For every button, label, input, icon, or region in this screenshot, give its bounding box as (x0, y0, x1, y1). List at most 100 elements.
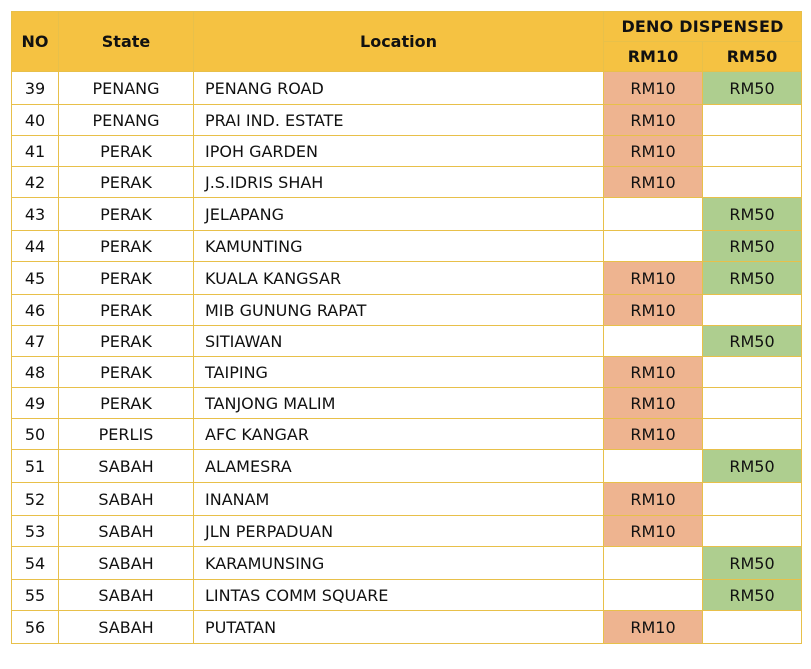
header-no: NO (11, 11, 59, 72)
row-rm10-cell: RM10 (603, 135, 703, 167)
row-state-cell: PERAK (58, 387, 194, 419)
row-location-cell: MIB GUNUNG RAPAT (193, 294, 604, 326)
row-location-cell: KARAMUNSING (193, 546, 604, 580)
header-rm10: RM10 (603, 41, 703, 72)
table-row: 51 SABAH ALAMESRA RM50 (11, 449, 802, 483)
table-row: 55 SABAH LINTAS COMM SQUARE RM50 (11, 579, 802, 611)
row-rm50-cell: RM50 (702, 261, 802, 295)
row-location-cell: PUTATAN (193, 610, 604, 644)
row-rm50-cell (702, 294, 802, 326)
row-no-cell: 44 (11, 230, 59, 262)
row-rm50-cell (702, 418, 802, 450)
table-row: 39 PENANG PENANG ROAD RM10 RM50 (11, 71, 802, 105)
table-row: 45 PERAK KUALA KANGSAR RM10 RM50 (11, 261, 802, 295)
table-row: 53 SABAH JLN PERPADUAN RM10 (11, 515, 802, 547)
deno-table-container: NO State Location DENO DISPENSED RM10 RM… (11, 11, 802, 644)
row-state-cell: SABAH (58, 482, 194, 516)
row-rm10-cell: RM10 (603, 104, 703, 136)
row-location-cell: PRAI IND. ESTATE (193, 104, 604, 136)
row-no-cell: 54 (11, 546, 59, 580)
row-rm10-cell: RM10 (603, 387, 703, 419)
row-rm50-cell (702, 515, 802, 547)
row-state-cell: PERAK (58, 261, 194, 295)
row-no-cell: 40 (11, 104, 59, 136)
row-no-cell: 49 (11, 387, 59, 419)
row-no-cell: 53 (11, 515, 59, 547)
row-no-cell: 39 (11, 71, 59, 105)
row-rm10-cell: RM10 (603, 515, 703, 547)
table-header: NO State Location DENO DISPENSED RM10 RM… (11, 11, 802, 72)
row-state-cell: PENANG (58, 104, 194, 136)
row-location-cell: SITIAWAN (193, 325, 604, 357)
row-state-cell: SABAH (58, 546, 194, 580)
row-state-cell: PERAK (58, 135, 194, 167)
row-rm10-cell: RM10 (603, 294, 703, 326)
table-row: 43 PERAK JELAPANG RM50 (11, 197, 802, 231)
row-state-cell: PERLIS (58, 418, 194, 450)
row-location-cell: J.S.IDRIS SHAH (193, 166, 604, 198)
table-row: 46 PERAK MIB GUNUNG RAPAT RM10 (11, 294, 802, 326)
table-row: 49 PERAK TANJONG MALIM RM10 (11, 387, 802, 419)
table-row: 52 SABAH INANAM RM10 (11, 482, 802, 516)
deno-dispensed-table: NO State Location DENO DISPENSED RM10 RM… (11, 11, 802, 644)
table-row: 54 SABAH KARAMUNSING RM50 (11, 546, 802, 580)
row-location-cell: IPOH GARDEN (193, 135, 604, 167)
row-location-cell: PENANG ROAD (193, 71, 604, 105)
table-row: 48 PERAK TAIPING RM10 (11, 356, 802, 388)
row-rm10-cell (603, 230, 703, 262)
row-rm50-cell: RM50 (702, 71, 802, 105)
row-no-cell: 41 (11, 135, 59, 167)
row-rm50-cell (702, 482, 802, 516)
row-no-cell: 50 (11, 418, 59, 450)
row-rm10-cell: RM10 (603, 418, 703, 450)
table-row: 47 PERAK SITIAWAN RM50 (11, 325, 802, 357)
row-rm50-cell (702, 610, 802, 644)
row-rm10-cell (603, 546, 703, 580)
row-location-cell: INANAM (193, 482, 604, 516)
row-rm50-cell (702, 356, 802, 388)
row-location-cell: LINTAS COMM SQUARE (193, 579, 604, 611)
row-no-cell: 45 (11, 261, 59, 295)
row-state-cell: PERAK (58, 230, 194, 262)
table-body: 39 PENANG PENANG ROAD RM10 RM50 40 PENANG PRAI … (11, 71, 802, 644)
row-rm10-cell (603, 197, 703, 231)
row-rm50-cell: RM50 (702, 325, 802, 357)
row-state-cell: SABAH (58, 449, 194, 483)
row-no-cell: 48 (11, 356, 59, 388)
row-no-cell: 47 (11, 325, 59, 357)
row-rm10-cell (603, 449, 703, 483)
row-no-cell: 42 (11, 166, 59, 198)
row-state-cell: PERAK (58, 325, 194, 357)
row-location-cell: JLN PERPADUAN (193, 515, 604, 547)
row-rm10-cell: RM10 (603, 482, 703, 516)
row-rm50-cell (702, 166, 802, 198)
row-location-cell: KAMUNTING (193, 230, 604, 262)
row-rm10-cell: RM10 (603, 71, 703, 105)
header-state: State (58, 11, 194, 72)
row-no-cell: 55 (11, 579, 59, 611)
row-state-cell: PERAK (58, 197, 194, 231)
row-no-cell: 43 (11, 197, 59, 231)
row-rm50-cell: RM50 (702, 449, 802, 483)
row-rm10-cell: RM10 (603, 261, 703, 295)
row-rm50-cell: RM50 (702, 546, 802, 580)
table-row: 41 PERAK IPOH GARDEN RM10 (11, 135, 802, 167)
row-state-cell: PERAK (58, 294, 194, 326)
row-rm10-cell (603, 325, 703, 357)
table-row: 40 PENANG PRAI IND. ESTATE RM10 (11, 104, 802, 136)
row-rm10-cell (603, 579, 703, 611)
row-state-cell: SABAH (58, 610, 194, 644)
table-row: 50 PERLIS AFC KANGAR RM10 (11, 418, 802, 450)
table-row: 44 PERAK KAMUNTING RM50 (11, 230, 802, 262)
row-rm50-cell: RM50 (702, 197, 802, 231)
row-location-cell: JELAPANG (193, 197, 604, 231)
header-deno-dispensed: DENO DISPENSED (603, 11, 802, 42)
row-state-cell: PERAK (58, 356, 194, 388)
header-rm50: RM50 (702, 41, 802, 72)
header-location: Location (193, 11, 604, 72)
row-location-cell: AFC KANGAR (193, 418, 604, 450)
row-no-cell: 51 (11, 449, 59, 483)
table-row: 56 SABAH PUTATAN RM10 (11, 610, 802, 644)
row-state-cell: SABAH (58, 515, 194, 547)
row-state-cell: SABAH (58, 579, 194, 611)
